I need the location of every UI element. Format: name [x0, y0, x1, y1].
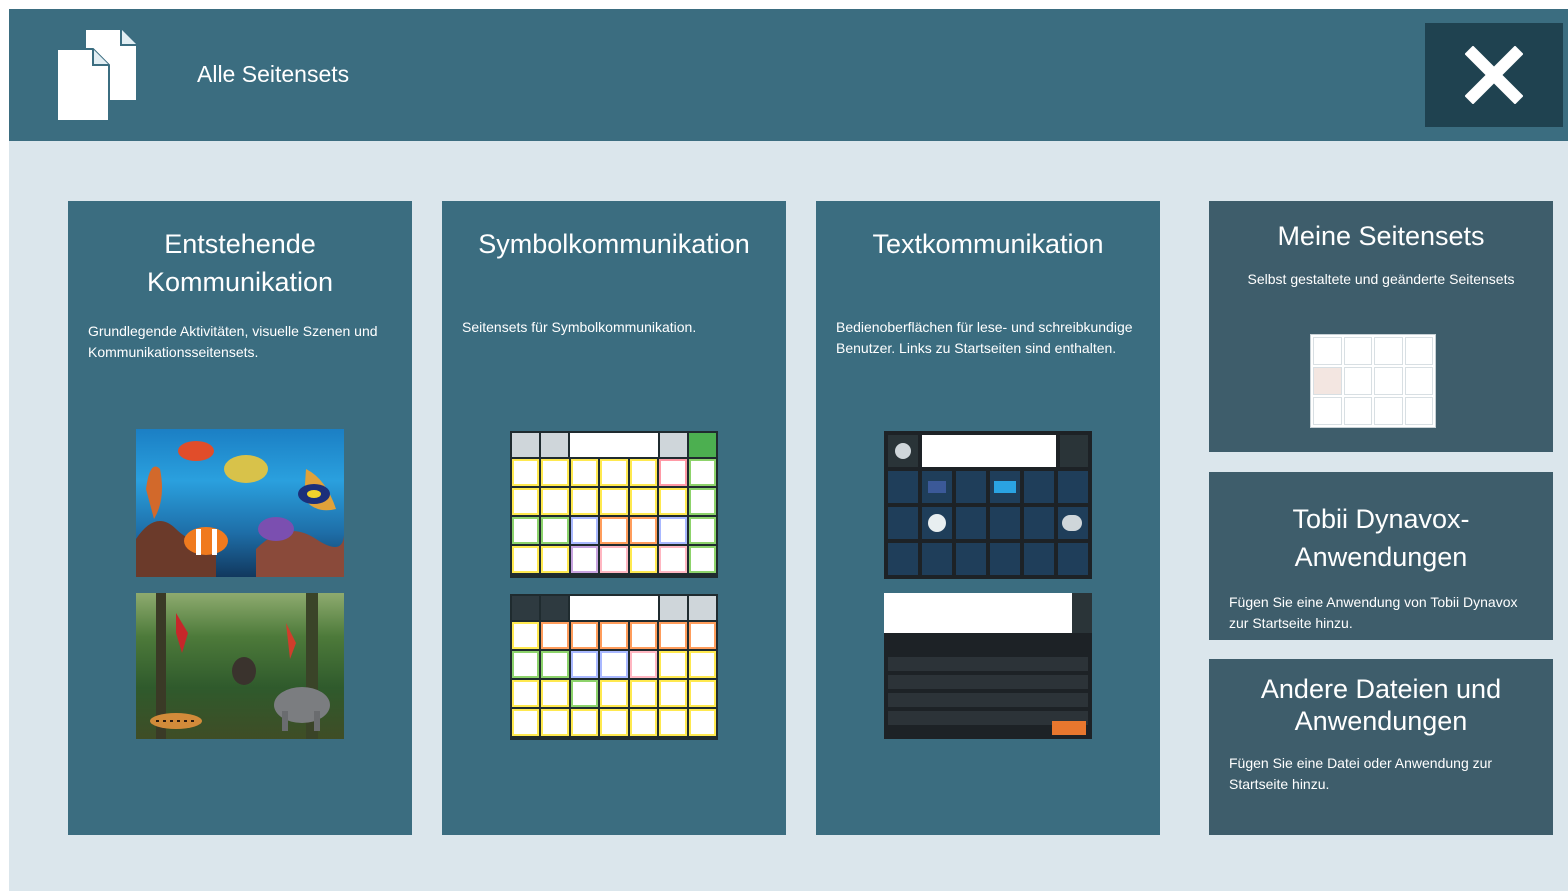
symbol-grid-thumbnail — [510, 594, 718, 740]
my-page-sets-card[interactable]: Meine Seitensets Selbst gestaltete und g… — [1209, 201, 1553, 452]
card-title-line: Kommunikation — [146, 267, 334, 297]
symbol-cell — [688, 622, 716, 649]
card-title: Meine Seitensets — [1277, 221, 1485, 251]
header-bar: Alle Seitensets — [9, 9, 1568, 141]
card-title: Symbolkommunikation — [478, 229, 750, 259]
symbol-cell — [541, 488, 569, 515]
symbol-cell — [600, 459, 628, 486]
symbol-cell — [688, 459, 716, 486]
symbol-cell — [659, 459, 687, 486]
symbol-cell — [659, 651, 687, 678]
close-button[interactable] — [1425, 23, 1563, 127]
card-title-line: Entstehende — [164, 229, 316, 259]
documents-icon — [56, 28, 138, 122]
app-launcher-thumbnail — [884, 431, 1092, 579]
symbol-cell — [629, 651, 658, 678]
symbol-cell — [659, 488, 687, 515]
symbol-cell — [541, 622, 569, 649]
symbol-cell — [570, 622, 599, 649]
symbol-cell — [629, 546, 658, 573]
category-card-text[interactable]: Textkommunikation Bedienoberflächen für … — [816, 201, 1160, 835]
page-set-browser: Alle Seitensets Entstehende Kommunikatio… — [9, 9, 1568, 891]
jungle-scene-thumbnail — [136, 593, 344, 739]
other-files-apps-card[interactable]: Andere Dateien und Anwendungen Fügen Sie… — [1209, 659, 1553, 835]
symbol-cell — [629, 459, 658, 486]
symbol-cell — [600, 709, 628, 736]
symbol-cell — [541, 459, 569, 486]
symbol-grid-thumbnail — [510, 431, 718, 578]
symbol-cell — [600, 546, 628, 573]
symbol-cell — [570, 459, 599, 486]
symbol-cell — [600, 622, 628, 649]
symbol-cell — [659, 680, 687, 707]
symbol-cell — [541, 680, 569, 707]
card-title: Tobii Dynavox-Anwendungen — [1292, 504, 1470, 572]
keyboard-thumbnail — [884, 593, 1092, 739]
symbol-cell — [570, 546, 599, 573]
symbol-cell — [541, 517, 569, 544]
card-description: Seitensets für Symbolkommunikation. — [462, 319, 697, 335]
symbol-cell — [541, 546, 569, 573]
symbol-cell — [570, 651, 599, 678]
symbol-cell — [629, 680, 658, 707]
symbol-cell — [512, 488, 540, 515]
symbol-cell — [659, 709, 687, 736]
symbol-cell — [512, 709, 540, 736]
symbol-cell — [512, 651, 540, 678]
symbol-cell — [659, 517, 687, 544]
card-description: Bedienoberflächen für lese- und schreibk… — [836, 319, 1133, 356]
symbol-cell — [600, 517, 628, 544]
symbol-cell — [541, 651, 569, 678]
card-title: Andere Dateien und Anwendungen — [1209, 673, 1553, 737]
card-title: Entstehende Kommunikation — [68, 225, 412, 301]
page-set-thumbnail — [1310, 334, 1436, 428]
ocean-scene-thumbnail — [136, 429, 344, 577]
card-description: Grundlegende Aktivitäten, visuelle Szene… — [88, 323, 378, 360]
symbol-cell — [570, 680, 599, 707]
symbol-cell — [688, 709, 716, 736]
symbol-cell — [512, 680, 540, 707]
symbol-cell — [512, 517, 540, 544]
close-icon — [1465, 46, 1523, 104]
card-title-line: Anwendungen — [1294, 706, 1468, 736]
symbol-cell — [629, 517, 658, 544]
card-description: Selbst gestaltete und geänderte Seitense… — [1247, 271, 1515, 287]
symbol-cell — [659, 622, 687, 649]
symbol-cell — [629, 488, 658, 515]
card-description: Fügen Sie eine Anwendung von Tobii Dynav… — [1229, 594, 1518, 631]
symbol-cell — [600, 680, 628, 707]
symbol-cell — [512, 622, 540, 649]
symbol-cell — [570, 709, 599, 736]
card-title-line: Andere Dateien und — [1260, 674, 1502, 704]
symbol-cell — [512, 459, 540, 486]
symbol-cell — [570, 517, 599, 544]
symbol-cell — [659, 546, 687, 573]
symbol-cell — [512, 546, 540, 573]
symbol-cell — [541, 709, 569, 736]
symbol-cell — [688, 488, 716, 515]
category-card-emergent[interactable]: Entstehende Kommunikation Grundlegende A… — [68, 201, 412, 835]
symbol-cell — [688, 680, 716, 707]
symbol-cell — [600, 651, 628, 678]
symbol-cell — [629, 622, 658, 649]
symbol-cell — [688, 651, 716, 678]
card-title: Textkommunikation — [872, 229, 1104, 259]
category-card-symbol[interactable]: Symbolkommunikation Seitensets für Symbo… — [442, 201, 786, 835]
symbol-cell — [688, 517, 716, 544]
tobii-dynavox-apps-card[interactable]: Tobii Dynavox-Anwendungen Fügen Sie eine… — [1209, 472, 1553, 640]
card-description: Fügen Sie eine Datei oder Anwendung zur … — [1229, 755, 1493, 792]
symbol-cell — [688, 546, 716, 573]
symbol-cell — [570, 488, 599, 515]
page-title: Alle Seitensets — [197, 61, 350, 87]
symbol-cell — [600, 488, 628, 515]
symbol-cell — [629, 709, 658, 736]
